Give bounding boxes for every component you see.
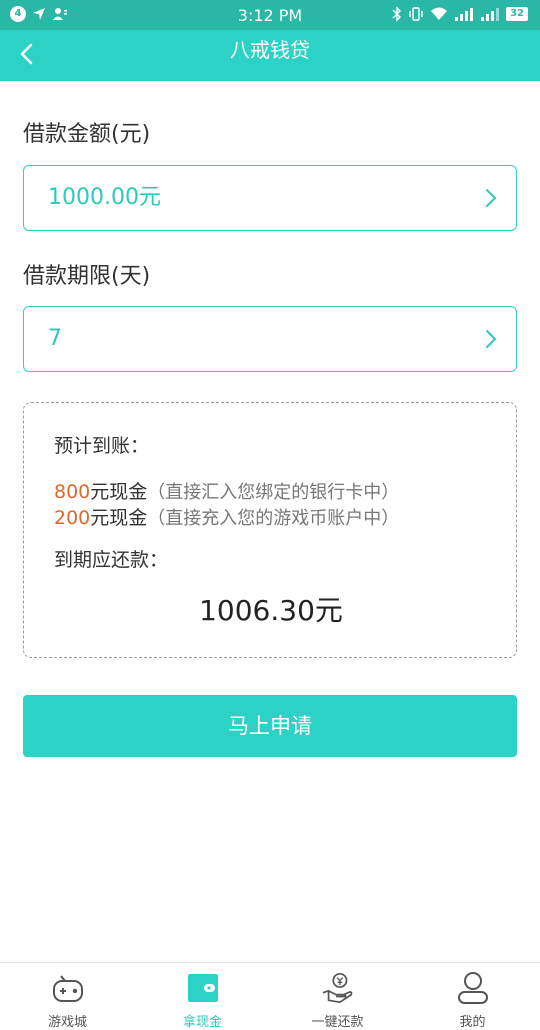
tab-label: 拿现金 — [182, 1015, 222, 1030]
chevron-right-icon — [486, 189, 496, 207]
nav-bar: 八戒钱贷 — [0, 30, 540, 81]
summary-amount: 800 — [54, 481, 91, 503]
chevron-right-icon — [486, 330, 496, 348]
tab-one-click-repay[interactable]: 一键还款 — [270, 963, 405, 1030]
signal-icon-2 — [481, 8, 500, 21]
user-icon — [456, 971, 490, 1005]
tab-label: 一键还款 — [311, 1015, 364, 1030]
summary-line-game: 200元现金（直接充入您的游戏币账户中） — [54, 503, 399, 530]
loan-summary: 预计到账： 800元现金（直接汇入您绑定的银行卡中） 200元现金（直接充入您的… — [23, 402, 517, 658]
summary-amount: 200 — [54, 507, 91, 529]
page-title: 八戒钱贷 — [230, 38, 310, 62]
tab-mine[interactable]: 我的 — [405, 963, 540, 1030]
battery-indicator: 32 — [506, 7, 528, 21]
due-label: 到期应还款： — [54, 549, 169, 571]
term-value: 7 — [48, 326, 62, 351]
due-total: 1006.30元 — [199, 594, 343, 627]
vibrate-icon — [409, 7, 423, 21]
tab-game-city[interactable]: 游戏城 — [0, 963, 135, 1030]
amount-selector[interactable]: 1000.00元 — [23, 165, 517, 231]
wallet-icon — [186, 971, 220, 1005]
summary-note: （直接充入您的游戏币账户中） — [147, 508, 400, 529]
status-right: 32 — [392, 6, 528, 22]
tab-label: 我的 — [459, 1015, 486, 1030]
hand-coin-icon — [321, 971, 355, 1005]
apply-button[interactable]: 马上申请 — [23, 695, 517, 757]
amount-label: 借款金额(元) — [23, 122, 151, 147]
summary-note: （直接汇入您绑定的银行卡中） — [147, 482, 400, 503]
tab-get-cash[interactable]: 拿现金 — [135, 963, 270, 1030]
signal-icon — [455, 8, 474, 21]
bluetooth-icon — [392, 6, 402, 22]
summary-line-bank: 800元现金（直接汇入您绑定的银行卡中） — [54, 477, 399, 504]
summary-text: 元现金 — [90, 481, 148, 503]
summary-title: 预计到账： — [54, 435, 150, 457]
status-bar: 4 3:12 PM 32 — [0, 0, 540, 30]
amount-value: 1000.00元 — [48, 185, 161, 210]
summary-text: 元现金 — [90, 507, 148, 529]
wifi-icon — [431, 7, 448, 20]
term-label: 借款期限(天) — [23, 264, 151, 289]
gamepad-icon — [51, 971, 85, 1005]
tab-label: 游戏城 — [47, 1015, 87, 1030]
term-selector[interactable]: 7 — [23, 306, 517, 372]
bottom-tabbar: 游戏城 拿现金 一键还款 我的 — [0, 962, 540, 1030]
